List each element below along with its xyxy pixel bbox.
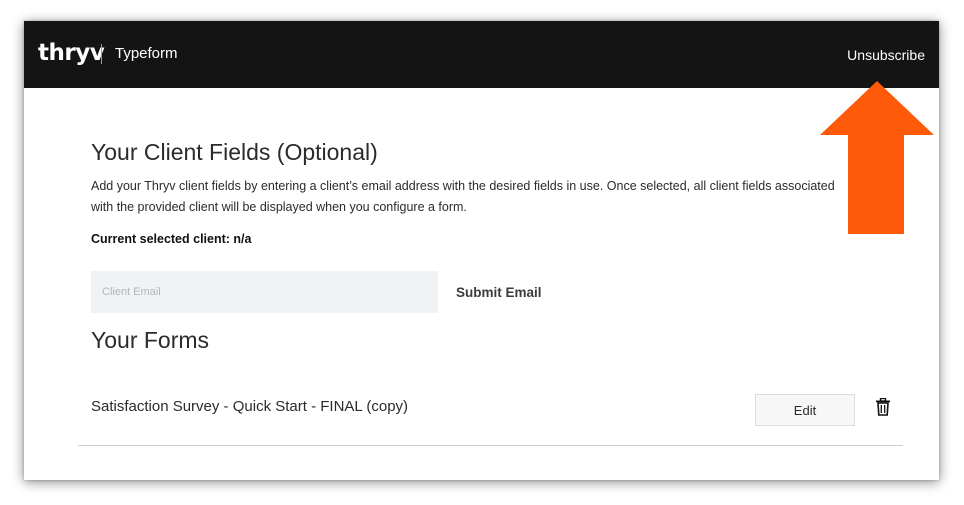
trash-icon[interactable]: [875, 398, 891, 416]
app-window: thryv Typeform Unsubscribe Your Client F…: [24, 21, 939, 480]
unsubscribe-link[interactable]: Unsubscribe: [847, 47, 925, 63]
client-fields-description: Add your Thryv client fields by entering…: [91, 179, 835, 214]
form-name: Satisfaction Survey - Quick Start - FINA…: [91, 398, 409, 415]
thryv-logo: thryv: [38, 40, 105, 66]
client-fields-title: Your Client Fields (Optional): [91, 139, 378, 165]
up-arrow-icon: [820, 81, 934, 234]
top-bar: thryv Typeform Unsubscribe: [24, 21, 939, 88]
app-name: Typeform: [115, 45, 178, 62]
your-forms-title: Your Forms: [91, 327, 210, 353]
submit-email-button[interactable]: Submit Email: [456, 285, 542, 300]
client-email-input[interactable]: [91, 271, 438, 313]
form-list-item: Satisfaction Survey - Quick Start - FINA…: [78, 381, 903, 446]
current-client-label: Current selected client: n/a: [91, 232, 252, 246]
edit-form-button[interactable]: Edit: [755, 394, 855, 426]
header-divider: [101, 44, 102, 64]
